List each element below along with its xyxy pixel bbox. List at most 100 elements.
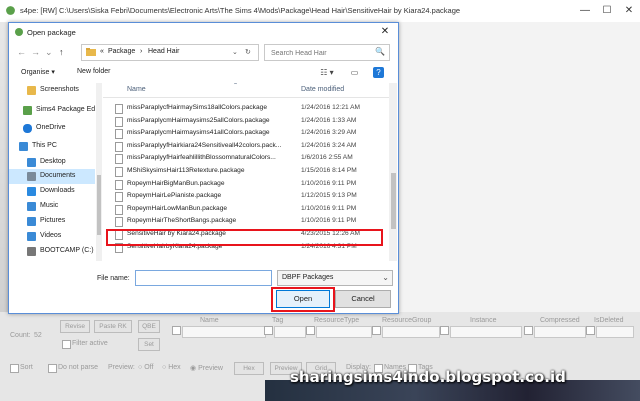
file-name: missParaplyyfHairkiara24Sensitiveall42co… bbox=[127, 141, 282, 149]
isdeleted-filter-checkbox[interactable] bbox=[586, 326, 595, 335]
compressed-filter-field[interactable] bbox=[534, 326, 586, 338]
app-background bbox=[397, 22, 640, 314]
name-filter-checkbox[interactable] bbox=[172, 326, 181, 335]
forward-button[interactable]: → bbox=[31, 47, 40, 57]
resourcetype-filter-checkbox[interactable] bbox=[306, 326, 315, 335]
address-segment-head-hair[interactable]: Head Hair bbox=[148, 48, 180, 55]
file-row[interactable]: RopeymHairLowManBun.package 1/10/2016 9:1… bbox=[103, 203, 389, 216]
nav-item-label: Screenshots bbox=[40, 86, 79, 93]
nav-item-bootcamp-c[interactable]: BOOTCAMP (C:) bbox=[9, 244, 95, 259]
tag-filter-checkbox[interactable] bbox=[264, 326, 273, 335]
nav-item-this-pc[interactable]: This PC bbox=[9, 139, 95, 154]
name-filter-field[interactable] bbox=[182, 326, 266, 338]
recent-dropdown[interactable]: ⌄ bbox=[45, 47, 53, 58]
nav-item-label: Sims4 Package Ed bbox=[36, 106, 95, 113]
sort-checkbox[interactable] bbox=[10, 364, 19, 373]
nav-item-label: Videos bbox=[40, 232, 62, 239]
file-row[interactable]: missParaplycfHairmaySims18allColors.pack… bbox=[103, 102, 389, 115]
column-name-header[interactable]: Name bbox=[127, 86, 146, 93]
file-list-scrollbar[interactable] bbox=[389, 83, 397, 261]
file-row[interactable]: RopeymHairLePianiste.package 1/12/2015 9:… bbox=[103, 190, 389, 203]
preview-preview-radio[interactable]: ◉ Preview bbox=[190, 364, 223, 372]
nav-item-onedrive[interactable]: OneDrive bbox=[9, 121, 95, 136]
navigation-pane: Screenshots Sims4 Package Ed OneDrive This … bbox=[9, 83, 95, 261]
nav-item-pictures[interactable]: Pictures bbox=[9, 214, 95, 229]
column-date-header[interactable]: Date modified bbox=[301, 86, 344, 93]
app-icon bbox=[23, 106, 32, 115]
window-title: s4pe: [RW] C:\Users\Siska Febri\Document… bbox=[20, 6, 461, 15]
hex-button[interactable]: Hex bbox=[234, 362, 264, 375]
nav-item-desktop[interactable]: Desktop bbox=[9, 155, 95, 170]
nav-item-sims4-package-ed[interactable]: Sims4 Package Ed bbox=[9, 103, 95, 118]
file-icon bbox=[115, 192, 123, 203]
file-date: 1/24/2016 3:24 AM bbox=[301, 141, 357, 149]
refresh-icon[interactable]: ↻ bbox=[245, 48, 251, 56]
file-icon bbox=[115, 116, 123, 127]
nav-item-videos[interactable]: Videos bbox=[9, 229, 95, 244]
preview-preview-label: Preview bbox=[198, 365, 223, 372]
search-input[interactable] bbox=[269, 46, 373, 60]
nav-item-label: Desktop bbox=[40, 158, 66, 165]
instance-filter-field[interactable] bbox=[450, 326, 522, 338]
folder-icon bbox=[27, 86, 36, 95]
nav-item-documents[interactable]: Documents bbox=[9, 169, 95, 184]
preview-off-radio[interactable]: ○ Off bbox=[138, 364, 153, 371]
view-options-icon[interactable]: ☷ ▾ bbox=[317, 67, 337, 78]
scrollbar-thumb[interactable] bbox=[97, 175, 101, 235]
file-icon bbox=[115, 217, 123, 228]
preview-pane-icon[interactable]: ▭ bbox=[349, 67, 360, 78]
isdeleted-filter-field[interactable] bbox=[596, 326, 634, 338]
file-row[interactable]: MShiSkysimsHair113Retexture.package 1/15/… bbox=[103, 165, 389, 178]
new-folder-button[interactable]: New folder bbox=[77, 68, 110, 75]
qbe-button[interactable]: QBE bbox=[138, 320, 160, 333]
search-box[interactable]: 🔍 bbox=[264, 44, 390, 61]
resourcegroup-filter-field[interactable] bbox=[382, 326, 440, 338]
file-row[interactable]: RopeymHairTheShortBangs.package 1/10/2016… bbox=[103, 215, 389, 228]
file-row[interactable]: missParaplycmHairmaysims41allColors.pack… bbox=[103, 127, 389, 140]
file-row[interactable]: missParaplyyfHairkiara24Sensitiveall42co… bbox=[103, 140, 389, 153]
count-value: 52 bbox=[34, 332, 42, 339]
compressed-filter-checkbox[interactable] bbox=[524, 326, 533, 335]
dialog-titlebar: Open package ✕ bbox=[9, 23, 398, 41]
dialog-close-button[interactable]: ✕ bbox=[377, 25, 393, 39]
up-button[interactable]: ↑ bbox=[59, 47, 64, 57]
address-dropdown[interactable]: ⌄ bbox=[232, 48, 238, 56]
nav-item-label: Documents bbox=[40, 172, 76, 179]
file-row[interactable]: missParaplyyfHairfeahlillithBlossomnatur… bbox=[103, 152, 389, 165]
close-button[interactable]: ✕ bbox=[618, 3, 640, 19]
file-name: missParaplycmHairmaysims25allColors.pack… bbox=[127, 116, 270, 124]
file-row[interactable]: RopeymHairBigManBun.package 1/10/2016 9:1… bbox=[103, 178, 389, 191]
nav-item-music[interactable]: Music bbox=[9, 199, 95, 214]
nav-item-screenshots[interactable]: Screenshots bbox=[9, 83, 95, 98]
cancel-button[interactable]: Cancel bbox=[335, 290, 391, 308]
preview-hex-radio[interactable]: ○ Hex bbox=[162, 364, 181, 371]
back-button[interactable]: ← bbox=[17, 47, 26, 57]
instance-filter-checkbox[interactable] bbox=[440, 326, 449, 335]
address-bar[interactable]: « Package › Head Hair ⌄ ↻ bbox=[81, 44, 259, 61]
maximize-button[interactable]: ☐ bbox=[596, 3, 618, 19]
pictures-icon bbox=[27, 217, 36, 226]
minimize-button[interactable]: — bbox=[574, 3, 596, 19]
filter-active-checkbox[interactable] bbox=[62, 340, 71, 349]
revise-button[interactable]: Revise bbox=[60, 320, 90, 333]
sort-indicator-icon: ⌃ bbox=[233, 83, 239, 89]
file-type-select[interactable]: DBPF Packages ⌄ bbox=[277, 270, 393, 286]
help-icon[interactable]: ? bbox=[373, 67, 384, 78]
address-prefix[interactable]: « bbox=[100, 48, 104, 55]
file-name-input[interactable] bbox=[135, 270, 272, 286]
do-not-parse-label: Do not parse bbox=[58, 364, 99, 371]
nav-item-downloads[interactable]: Downloads bbox=[9, 184, 95, 199]
resourcetype-filter-field[interactable] bbox=[316, 326, 372, 338]
paste-rk-button[interactable]: Paste RK bbox=[94, 320, 132, 333]
resourcegroup-filter-checkbox[interactable] bbox=[372, 326, 381, 335]
file-icon bbox=[115, 141, 123, 152]
column-resourcegroup: ResourceGroup bbox=[382, 317, 432, 324]
address-segment-package[interactable]: Package bbox=[108, 48, 135, 55]
scrollbar-thumb[interactable] bbox=[391, 173, 396, 229]
do-not-parse-checkbox[interactable] bbox=[48, 364, 57, 373]
navigation-pane-scrollbar[interactable] bbox=[96, 83, 102, 261]
organise-menu[interactable]: Organise ▾ bbox=[21, 68, 55, 76]
file-row[interactable]: missParaplycmHairmaysims25allColors.pack… bbox=[103, 115, 389, 128]
set-button[interactable]: Set bbox=[138, 338, 160, 351]
tag-filter-field[interactable] bbox=[274, 326, 306, 338]
